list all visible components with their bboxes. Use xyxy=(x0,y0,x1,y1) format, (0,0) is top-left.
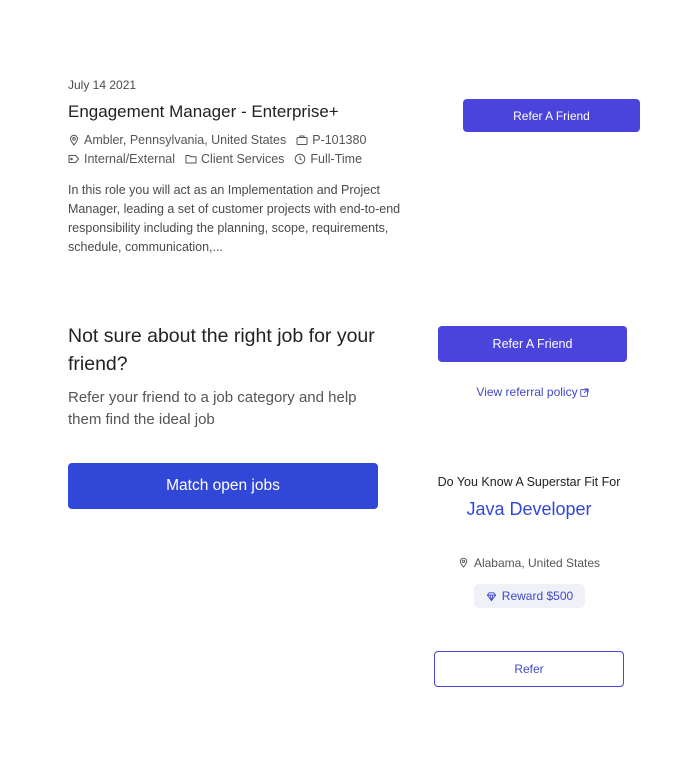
folder-icon xyxy=(185,155,197,164)
view-referral-policy-link[interactable]: View referral policy xyxy=(438,385,627,399)
job-location-text: Ambler, Pennsylvania, United States xyxy=(84,133,287,147)
job-location: Ambler, Pennsylvania, United States xyxy=(68,133,286,147)
view-referral-policy-label: View referral policy xyxy=(476,385,578,399)
location-pin-icon xyxy=(69,134,79,146)
job-description: In this role you will act as an Implemen… xyxy=(68,183,401,254)
diamond-icon xyxy=(486,591,497,601)
job-meta-row-2: Internal/External Client Services Full-T… xyxy=(68,152,372,166)
job-schedule: Full-Time xyxy=(294,152,362,166)
job-title[interactable]: Engagement Manager - Enterprise+ xyxy=(68,102,339,122)
job-date: July 14 2021 xyxy=(68,78,137,92)
job-department: Client Services xyxy=(185,152,284,166)
reward-badge-text: Reward $500 xyxy=(501,589,574,603)
briefcase-icon xyxy=(296,135,308,145)
refer-button[interactable]: Refer xyxy=(434,651,624,687)
refer-a-friend-secondary-button[interactable]: Refer A Friend xyxy=(438,326,627,362)
superstar-location-text: Alabama, United States xyxy=(473,556,601,570)
location-pin-icon xyxy=(459,557,468,568)
clock-icon xyxy=(295,153,306,165)
job-id: P-101380 xyxy=(296,133,366,147)
refer-a-friend-button[interactable]: Refer A Friend xyxy=(463,99,640,132)
page: July 14 2021 Engagement Manager - Enterp… xyxy=(0,0,700,770)
job-type: Internal/External xyxy=(68,152,175,166)
superstar-role[interactable]: Java Developer xyxy=(429,499,629,520)
job-type-text: Internal/External xyxy=(84,152,176,166)
job-meta-row-1: Ambler, Pennsylvania, United States P-10… xyxy=(68,133,376,147)
job-schedule-text: Full-Time xyxy=(310,152,363,166)
external-link-icon xyxy=(579,388,589,397)
reward-badge: Reward $500 xyxy=(474,584,585,608)
job-department-text: Client Services xyxy=(201,152,285,166)
not-sure-title: Not sure about the right job for your fr… xyxy=(68,325,375,375)
superstar-location: Alabama, United States xyxy=(429,556,629,570)
match-open-jobs-button[interactable]: Match open jobs xyxy=(68,463,378,509)
not-sure-subtitle: Refer your friend to a job category and … xyxy=(68,389,357,428)
tag-icon xyxy=(68,155,80,163)
superstar-heading: Do You Know A Superstar Fit For xyxy=(437,475,621,489)
job-id-text: P-101380 xyxy=(312,133,367,147)
